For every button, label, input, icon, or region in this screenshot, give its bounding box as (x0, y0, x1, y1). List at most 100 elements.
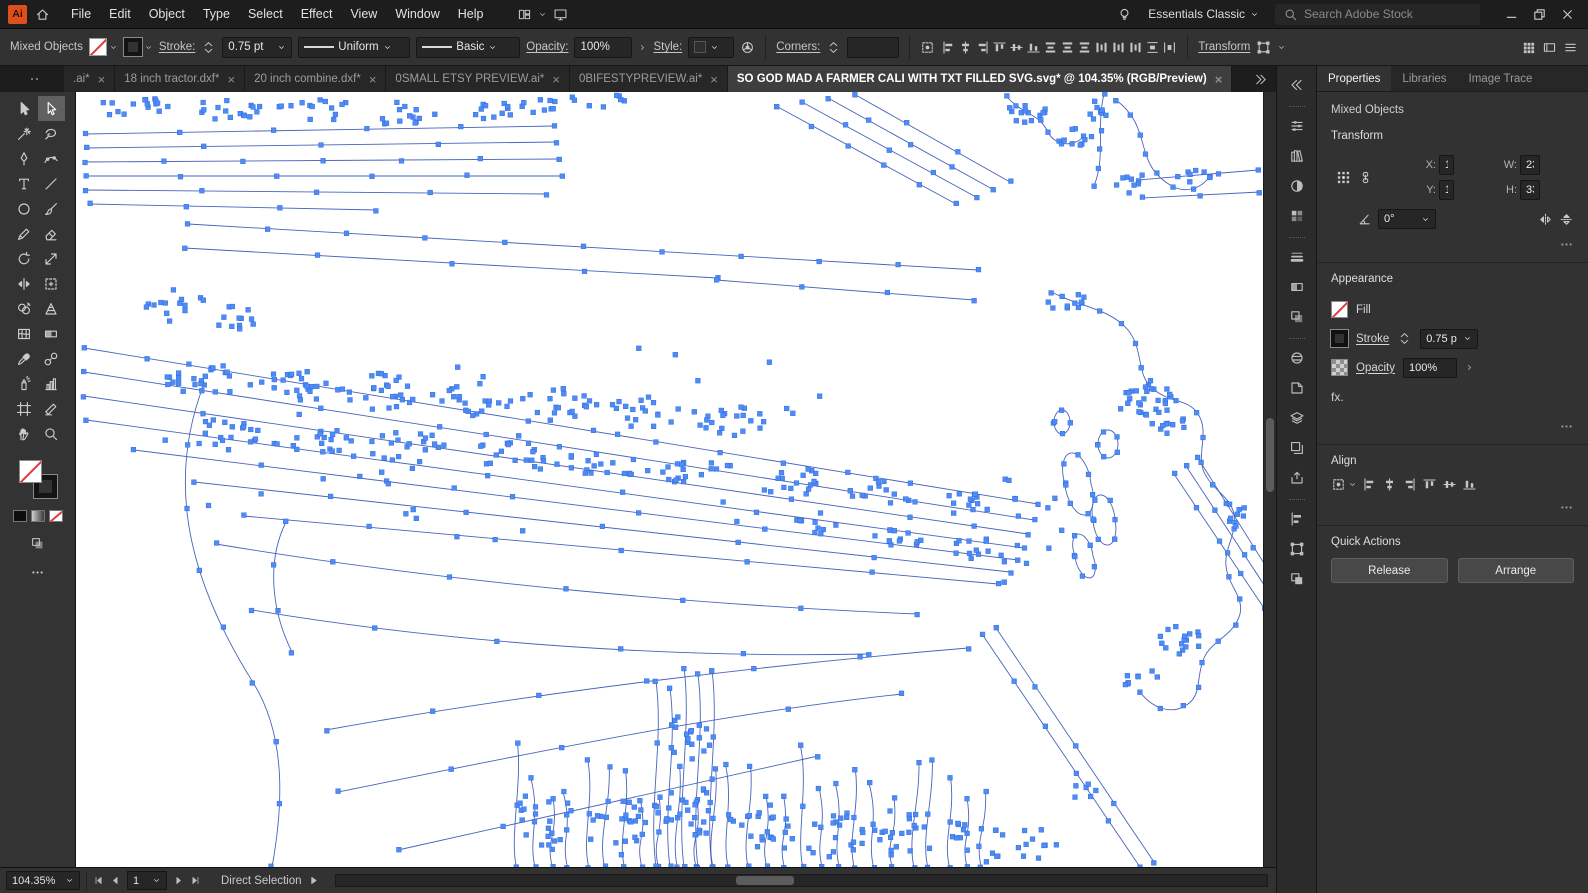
document-tab[interactable]: 18 inch tractor.dxf*× (115, 66, 245, 92)
gradient-panel-icon[interactable] (1282, 273, 1312, 300)
appearance-stroke-weight-select[interactable]: 0.75 p (1420, 329, 1478, 349)
transform-label[interactable]: Transform (1198, 41, 1250, 53)
panel-tab-libraries[interactable]: Libraries (1391, 66, 1457, 91)
appearance-opacity-input[interactable] (1403, 358, 1457, 378)
toolbar-grip[interactable] (0, 66, 64, 92)
artboards-panel-icon[interactable] (1282, 434, 1312, 461)
tab-close-icon[interactable]: × (552, 72, 560, 87)
horizontal-align-right-icon[interactable] (975, 40, 990, 55)
last-artboard-button[interactable] (190, 875, 201, 886)
corners-input[interactable] (847, 37, 899, 58)
first-artboard-button[interactable] (93, 875, 104, 886)
color-mode-button[interactable] (13, 510, 27, 522)
swatches-panel-icon[interactable] (1282, 202, 1312, 229)
menu-type[interactable]: Type (194, 7, 239, 21)
none-mode-button[interactable] (49, 510, 63, 522)
appearance-stroke-swatch[interactable] (1331, 330, 1348, 347)
fill-color-indicator[interactable] (19, 460, 42, 483)
align-more-options[interactable] (1559, 500, 1574, 515)
align-to-selection-icon[interactable] (1331, 477, 1346, 492)
menu-select[interactable]: Select (239, 7, 292, 21)
vertical-align-top-icon[interactable] (992, 40, 1007, 55)
distribute-horizontal-left-icon[interactable] (1094, 40, 1109, 55)
documents-grid-icon[interactable] (1521, 40, 1536, 55)
selection-tool[interactable] (11, 96, 38, 121)
distribute-vertical-bottom-icon[interactable] (1077, 40, 1092, 55)
distribute-spacing-vertical-icon[interactable] (1145, 40, 1160, 55)
slice-tool[interactable] (38, 396, 65, 421)
stroke-weight-label[interactable]: Stroke: (159, 41, 195, 53)
align-options-icon[interactable] (920, 40, 935, 55)
distribute-vertical-center-icon[interactable] (1060, 40, 1075, 55)
tab-close-icon[interactable]: × (710, 72, 718, 87)
fx-label[interactable]: fx. (1331, 390, 1344, 404)
menu-object[interactable]: Object (140, 7, 194, 21)
horizontal-scrollbar-thumb[interactable] (736, 876, 794, 885)
transform-panel-icon[interactable] (1282, 535, 1312, 562)
menu-edit[interactable]: Edit (100, 7, 140, 21)
draw-mode-icon[interactable] (30, 536, 45, 551)
eyedropper-tool[interactable] (11, 346, 38, 371)
rotate-tool[interactable] (11, 246, 38, 271)
libraries-panel-icon[interactable] (1282, 142, 1312, 169)
home-icon[interactable] (35, 7, 50, 22)
stroke-weight-stepper[interactable] (201, 40, 216, 55)
hand-tool[interactable] (11, 421, 38, 446)
zoom-level-select[interactable]: 104.35% (6, 871, 80, 890)
corners-stepper[interactable] (826, 40, 841, 55)
artboard-number-select[interactable]: 1 (127, 871, 167, 890)
appearance-more-options[interactable] (1559, 419, 1574, 434)
gradient-mode-button[interactable] (31, 510, 45, 522)
menu-help[interactable]: Help (449, 7, 493, 21)
transform-more-options[interactable] (1559, 237, 1574, 252)
align-to-control[interactable] (1331, 477, 1357, 492)
stroke-color-control[interactable] (124, 38, 153, 56)
opacity-more-arrow-icon[interactable] (1465, 363, 1474, 372)
stroke-weight-stepper[interactable] (1397, 331, 1412, 346)
release-button[interactable]: Release (1331, 558, 1448, 583)
appearance-stroke-label[interactable]: Stroke (1356, 333, 1389, 345)
style-label[interactable]: Style: (653, 41, 682, 53)
appearance-fill-swatch[interactable] (1331, 301, 1348, 318)
menu-window[interactable]: Window (386, 7, 448, 21)
ellipse-tool[interactable] (11, 196, 38, 221)
align-panel-icon[interactable] (1282, 505, 1312, 532)
graphic-style-select[interactable] (688, 37, 734, 58)
vertical-align-bottom-icon[interactable] (1026, 40, 1041, 55)
recolor-artwork-icon[interactable] (740, 40, 755, 55)
curvature-tool[interactable] (38, 146, 65, 171)
search-input[interactable] (1304, 7, 1454, 21)
transform-icon[interactable] (1256, 40, 1271, 55)
corners-label[interactable]: Corners: (776, 41, 820, 53)
layers-panel-icon[interactable] (1282, 404, 1312, 431)
share-screen-icon[interactable] (553, 7, 568, 22)
magic-wand-tool[interactable] (11, 121, 38, 146)
w-input[interactable] (1520, 155, 1540, 175)
gradient-tool[interactable] (38, 321, 65, 346)
perspective-grid-tool[interactable] (38, 296, 65, 321)
shape-builder-tool[interactable] (11, 296, 38, 321)
stroke-panel-icon[interactable] (1282, 243, 1312, 270)
horizontal-align-center-icon[interactable] (1382, 477, 1397, 492)
paintbrush-tool[interactable] (38, 196, 65, 221)
appearance-panel-icon[interactable] (1282, 344, 1312, 371)
vertical-scrollbar[interactable] (1263, 92, 1276, 867)
width-tool[interactable] (11, 271, 38, 296)
distribute-horizontal-right-icon[interactable] (1128, 40, 1143, 55)
menu-view[interactable]: View (341, 7, 386, 21)
status-play-icon[interactable] (308, 875, 319, 886)
vertical-align-bottom-icon[interactable] (1462, 477, 1477, 492)
x-input[interactable] (1439, 155, 1454, 175)
panel-options-icon[interactable] (1542, 40, 1557, 55)
menu-file[interactable]: File (62, 7, 100, 21)
constrain-proportions-toggle[interactable] (1358, 170, 1373, 185)
tab-close-icon[interactable]: × (369, 72, 377, 87)
brush-definition-select[interactable]: Basic (416, 37, 520, 58)
fill-stroke-indicator[interactable] (19, 460, 57, 498)
flip-vertical-button[interactable] (1559, 212, 1574, 227)
blend-tool[interactable] (38, 346, 65, 371)
arrange-documents-chevron-icon[interactable] (538, 10, 547, 19)
document-tab[interactable]: 0BIFESTYPREVIEW.ai*× (570, 66, 728, 92)
pen-tool[interactable] (11, 146, 38, 171)
toolbar-more-icon[interactable] (30, 565, 45, 580)
